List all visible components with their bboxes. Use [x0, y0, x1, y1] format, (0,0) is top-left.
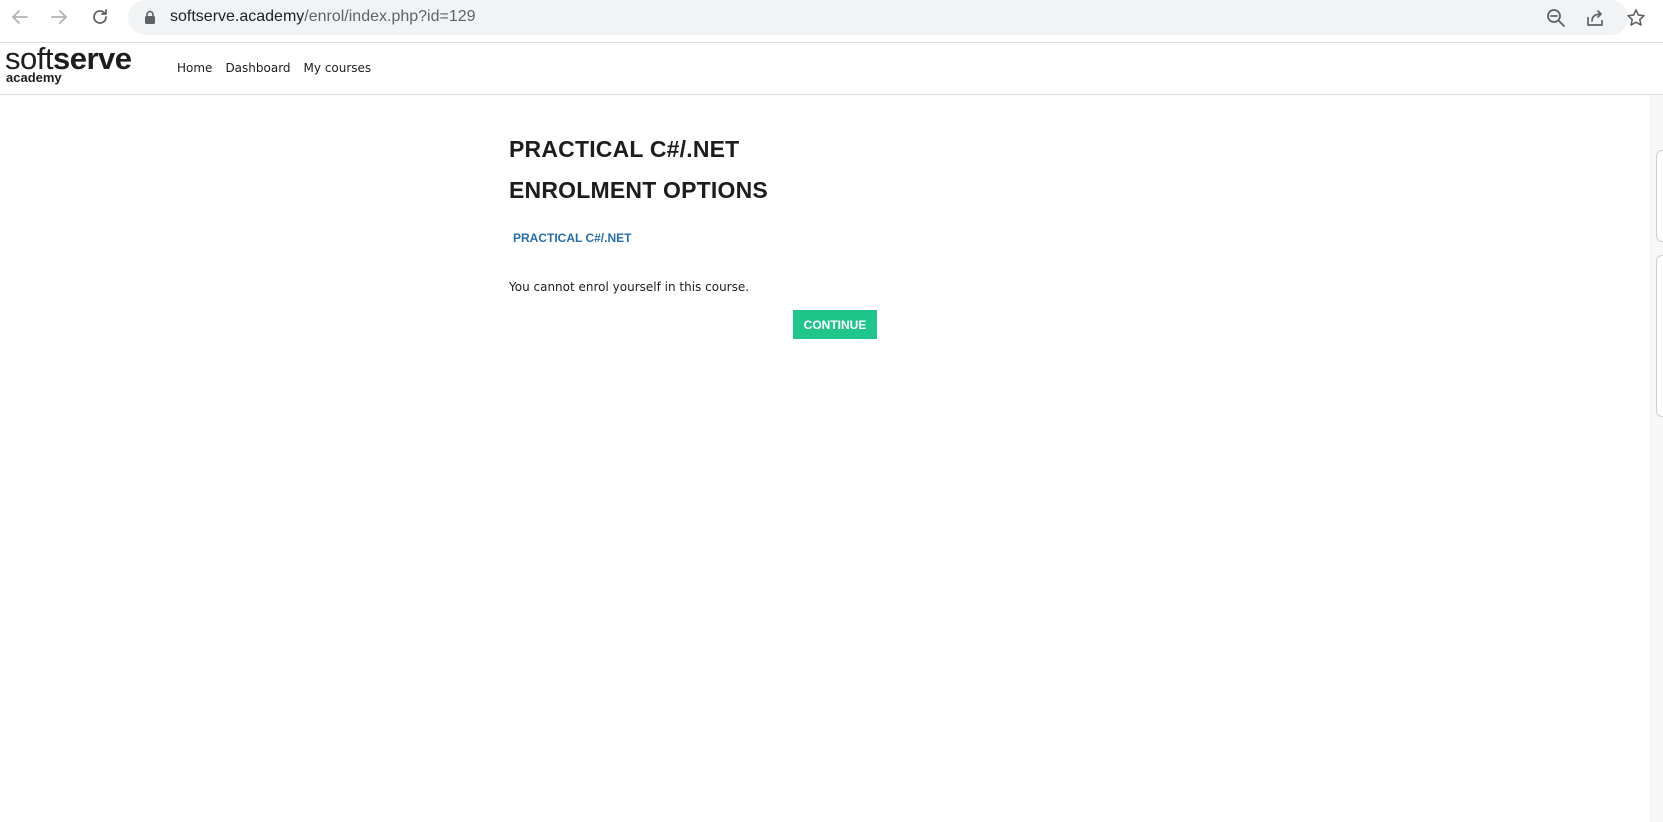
section-heading: ENROLMENT OPTIONS: [509, 177, 768, 203]
zoom-out-icon[interactable]: [1544, 6, 1568, 30]
nav-my-courses-link[interactable]: My courses: [304, 61, 372, 75]
main-nav: Home Dashboard My courses: [177, 61, 384, 75]
share-icon[interactable]: [1583, 6, 1607, 30]
address-bar[interactable]: softserve.academy/enrol/index.php?id=129: [128, 0, 1628, 35]
nav-home-link[interactable]: Home: [177, 61, 212, 75]
back-arrow-icon[interactable]: [7, 4, 33, 30]
lock-icon[interactable]: [144, 10, 156, 30]
site-header: softserve academy Home Dashboard My cour…: [0, 43, 1663, 95]
nav-dashboard-link[interactable]: Dashboard: [225, 61, 290, 75]
block-drawer-tab[interactable]: [1656, 255, 1663, 417]
browser-toolbar: softserve.academy/enrol/index.php?id=129: [0, 0, 1663, 35]
continue-button[interactable]: CONTINUE: [793, 310, 877, 339]
drawer-toggle-tab[interactable]: [1656, 150, 1663, 242]
bookmark-star-icon[interactable]: [1624, 6, 1648, 30]
course-name-link[interactable]: PRACTICAL C#/.NET: [513, 231, 631, 245]
url-text[interactable]: softserve.academy/enrol/index.php?id=129: [170, 8, 476, 26]
softserve-academy-logo[interactable]: softserve academy: [5, 43, 132, 84]
enrol-notice: You cannot enrol yourself in this course…: [509, 280, 750, 294]
forward-arrow-icon[interactable]: [46, 4, 72, 30]
page-title: PRACTICAL C#/.NET: [509, 136, 740, 162]
reload-icon[interactable]: [87, 4, 113, 30]
